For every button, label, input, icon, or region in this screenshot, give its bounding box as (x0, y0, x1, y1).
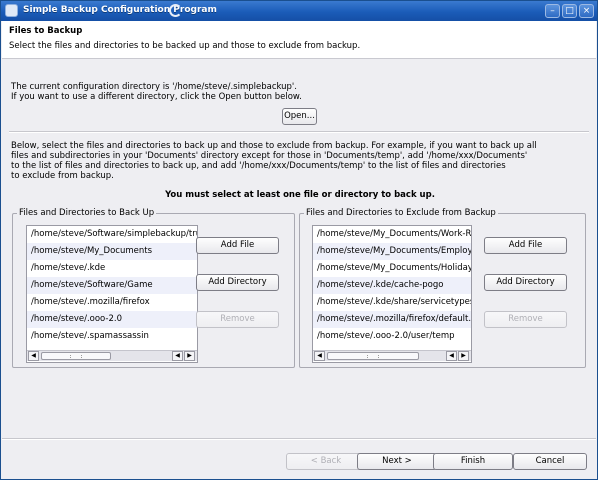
list-item[interactable]: /home/steve/.spamassassin (27, 328, 197, 345)
app-icon (5, 4, 18, 17)
scroll-left-icon[interactable]: ◀ (28, 351, 39, 361)
list-item[interactable]: /home/steve/.kde/cache-pogo (313, 277, 471, 294)
close-button[interactable]: × (579, 4, 594, 18)
list-item[interactable]: /home/steve/Software/Game (27, 277, 197, 294)
instructions-line: to exclude from backup. (11, 171, 114, 181)
next-button[interactable]: Next > (357, 453, 437, 470)
exclude-remove-button[interactable]: Remove (484, 311, 567, 328)
list-item[interactable]: /home/steve/.kde (27, 260, 197, 277)
scroll-thumb[interactable] (41, 352, 111, 360)
maximize-button[interactable]: □ (562, 4, 577, 18)
list-item[interactable]: /home/steve/Software/simplebackup/trunk (27, 226, 197, 243)
scroll-left-icon[interactable]: ◀ (314, 351, 325, 361)
list-item[interactable]: /home/steve/My_Documents/Holiday Envelop… (313, 260, 471, 277)
scroll-left-icon[interactable]: ◀ (172, 351, 183, 361)
exclude-list[interactable]: /home/steve/My_Documents/Work-Related /h… (312, 225, 472, 363)
swirl-icon (169, 4, 182, 17)
exclude-add-file-button[interactable]: Add File (484, 237, 567, 254)
list-item[interactable]: /home/steve/.ooo-2.0 (27, 311, 197, 328)
list-item[interactable]: /home/steve/.mozilla/firefox (27, 294, 197, 311)
cancel-button[interactable]: Cancel (513, 453, 587, 470)
scroll-right-icon[interactable]: ▶ (458, 351, 469, 361)
list-item[interactable]: /home/steve/.ooo-2.0/user/temp (313, 328, 471, 345)
exclude-group: Files and Directories to Exclude from Ba… (299, 208, 586, 368)
wizard-window: Simple Backup Configuration Program – □ … (0, 0, 598, 480)
scroll-right-icon[interactable]: ▶ (184, 351, 195, 361)
title-bar[interactable]: Simple Backup Configuration Program – □ … (1, 1, 597, 21)
backup-group-legend: Files and Directories to Back Up (17, 208, 157, 218)
list-item[interactable]: /home/steve/My_Documents/Employer Info (313, 243, 471, 260)
backup-list-hscrollbar[interactable]: ◀ ◀ ▶ (27, 350, 197, 361)
exclude-add-directory-button[interactable]: Add Directory (484, 274, 567, 291)
exclude-group-legend: Files and Directories to Exclude from Ba… (304, 208, 498, 218)
backup-group: Files and Directories to Back Up /home/s… (12, 208, 295, 368)
config-dir-line: The current configuration directory is '… (11, 82, 297, 92)
minimize-button[interactable]: – (545, 4, 560, 18)
list-item[interactable]: /home/steve/My_Documents (27, 243, 197, 260)
backup-add-directory-button[interactable]: Add Directory (196, 274, 279, 291)
wizard-header: Files to Backup Select the files and dir… (2, 21, 596, 59)
scroll-thumb[interactable] (327, 352, 419, 360)
open-button[interactable]: Open... (282, 108, 317, 125)
backup-remove-button[interactable]: Remove (196, 311, 279, 328)
open-hint-line: If you want to use a different directory… (11, 92, 302, 102)
list-item[interactable]: /home/steve/.kde/share/servicetypes (313, 294, 471, 311)
divider (9, 131, 589, 133)
config-dir-info: The current configuration directory is '… (11, 82, 302, 102)
page-title: Files to Backup (9, 26, 83, 36)
instructions-line: files and subdirectories in your 'Docume… (11, 151, 528, 161)
scroll-left-icon[interactable]: ◀ (446, 351, 457, 361)
instructions-line: to the list of files and directories to … (11, 161, 506, 171)
instructions-line: Below, select the files and directories … (11, 141, 537, 151)
instructions: Below, select the files and directories … (11, 141, 589, 181)
back-button[interactable]: < Back (286, 453, 366, 470)
finish-button[interactable]: Finish (433, 453, 513, 470)
backup-list[interactable]: /home/steve/Software/simplebackup/trunk … (26, 225, 198, 363)
exclude-list-hscrollbar[interactable]: ◀ ◀ ▶ (313, 350, 471, 361)
window-title: Simple Backup Configuration Program (23, 5, 217, 15)
list-item[interactable]: /home/steve/My_Documents/Work-Related (313, 226, 471, 243)
page-subtitle: Select the files and directories to be b… (9, 41, 361, 51)
backup-add-file-button[interactable]: Add File (196, 237, 279, 254)
list-item[interactable]: /home/steve/.mozilla/firefox/default.3c7… (313, 311, 471, 328)
warning-text: You must select at least one file or dir… (165, 190, 435, 200)
footer-divider (2, 438, 596, 440)
